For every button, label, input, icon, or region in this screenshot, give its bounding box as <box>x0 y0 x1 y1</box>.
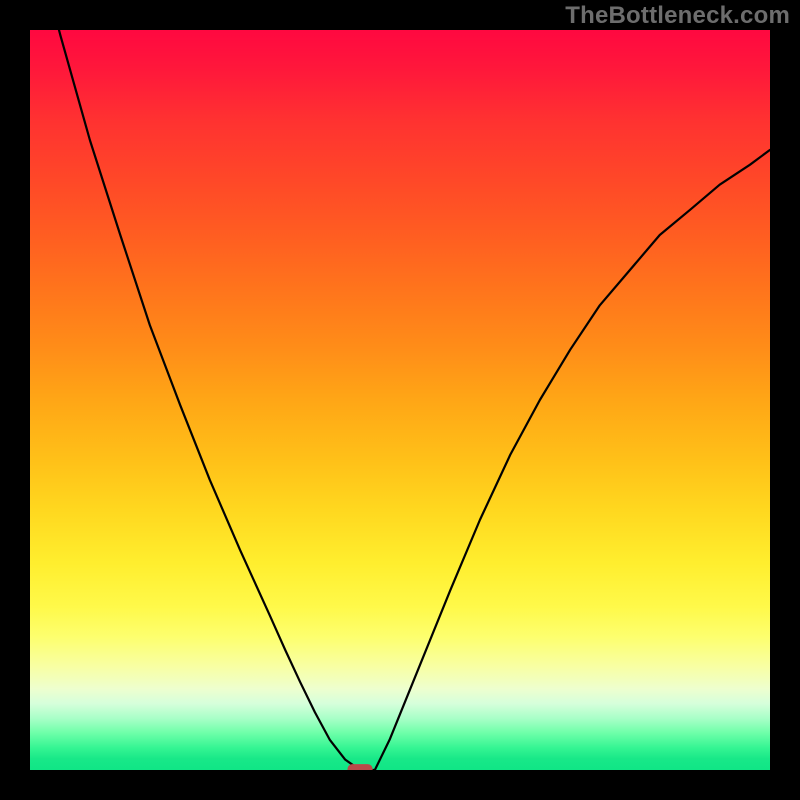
optimum-marker <box>347 764 372 770</box>
curve-canvas <box>30 30 770 770</box>
chart-frame: TheBottleneck.com <box>0 0 800 800</box>
bottleneck-curve <box>30 30 770 770</box>
watermark-text: TheBottleneck.com <box>565 2 790 30</box>
plot-area <box>30 30 770 770</box>
